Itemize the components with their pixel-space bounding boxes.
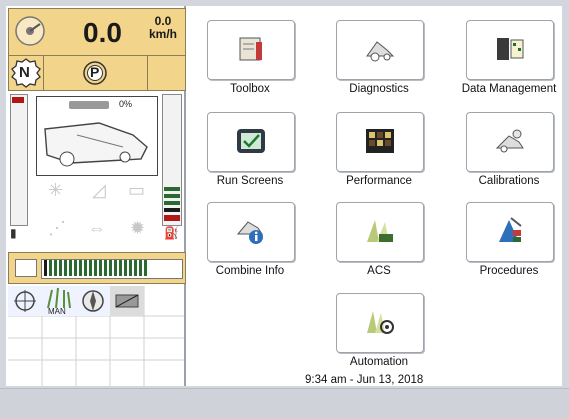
mode-label: MAN — [48, 307, 66, 316]
speed-secondary: 0.0 km/h — [145, 15, 181, 41]
unloader-icon: ▭ — [128, 180, 146, 200]
combine-info-label[interactable]: Combine Info — [185, 265, 315, 277]
meter-segment — [119, 260, 122, 276]
meter-segment — [144, 260, 147, 276]
gauge-segment — [164, 201, 180, 205]
meter-segment — [89, 260, 92, 276]
acs-label[interactable]: ACS — [314, 265, 444, 277]
left-vertical-gauge — [10, 94, 28, 226]
meter-segment — [99, 260, 102, 276]
run-screens-label[interactable]: Run Screens — [185, 175, 315, 187]
bottom-bar — [0, 388, 569, 419]
neutral-indicator[interactable]: N — [9, 56, 44, 90]
meter-icon — [15, 259, 37, 277]
speed-value: 0.0 — [83, 17, 122, 48]
performance-label[interactable]: Performance — [314, 175, 444, 187]
meter-segment — [129, 260, 132, 276]
date-time: 9:34 am - Jun 13, 2018 — [305, 374, 424, 386]
grain-tank-gauge — [69, 101, 109, 109]
gear-row: N P — [8, 55, 186, 91]
performance-tile[interactable] — [336, 112, 424, 172]
speedometer-icon — [15, 16, 45, 46]
meter-segment — [94, 260, 97, 276]
toolbox-label[interactable]: Toolbox — [185, 83, 315, 95]
lights-icon: ✹ — [130, 218, 146, 238]
shortcut-grid: MAN — [8, 286, 184, 386]
gear-label: N — [19, 64, 30, 81]
meter-bar — [41, 259, 183, 279]
combine-outline-icon — [44, 122, 148, 167]
rotor-icon[interactable] — [76, 286, 110, 316]
acs-tile[interactable] — [336, 202, 424, 262]
meter-segment — [74, 260, 77, 276]
meter-segment — [84, 260, 87, 276]
toolbox-tile[interactable] — [207, 20, 295, 80]
meter-segment — [49, 260, 52, 276]
meter-segment — [134, 260, 137, 276]
fuel-level-gauge — [162, 94, 182, 226]
diagnostics-tile[interactable] — [336, 20, 424, 80]
gauge-segment — [164, 187, 180, 191]
gauge-red-marker — [12, 97, 24, 103]
meter-segment — [64, 260, 67, 276]
calibrations-label[interactable]: Calibrations — [444, 175, 569, 187]
meter-segment — [139, 260, 142, 276]
chopper-icon: ◿ — [92, 180, 106, 200]
meter-segment — [69, 260, 72, 276]
gauge-segment — [164, 194, 180, 198]
combine-info-tile[interactable] — [207, 202, 295, 262]
crop-mode-icon[interactable]: MAN — [42, 286, 76, 316]
meter-segment — [54, 260, 57, 276]
combine-diagram: 0% — [36, 96, 158, 176]
run-screens-tile[interactable] — [207, 112, 295, 172]
reel-icon[interactable] — [8, 286, 42, 316]
park-brake-indicator[interactable]: P — [43, 56, 148, 90]
concave-icon[interactable] — [110, 286, 144, 316]
meter-segment — [124, 260, 127, 276]
meter-segment — [59, 260, 62, 276]
diagnostics-label[interactable]: Diagnostics — [314, 83, 444, 95]
meter-segment — [44, 260, 47, 276]
automation-label[interactable]: Automation — [314, 356, 444, 368]
speed-unit: km/h — [148, 27, 177, 41]
speed-display: 0.0 0.0 km/h — [8, 8, 186, 56]
gauge-segment — [164, 215, 180, 221]
data-management-tile[interactable] — [466, 20, 554, 80]
meter-segment — [79, 260, 82, 276]
horizontal-meter — [8, 252, 186, 284]
header-percent: 0% — [119, 99, 133, 109]
status-panel: 0.0 0.0 km/h N P ▮ 0% ✳ ◿ ▭ ⋰ ⇔ ✹ ⛽ MAN — [6, 6, 186, 386]
meter-segment — [109, 260, 112, 276]
fuel-pump-icon: ⛽ — [164, 226, 179, 240]
calibrations-tile[interactable] — [466, 112, 554, 172]
meter-segment — [114, 260, 117, 276]
park-label: P — [90, 64, 100, 80]
spray-icon: ⋰ — [48, 218, 66, 238]
data-management-label[interactable]: Data Management — [444, 83, 569, 95]
gauge-segment — [164, 208, 180, 212]
automation-tile[interactable] — [336, 293, 424, 353]
thermometer-icon: ▮ — [10, 226, 17, 240]
procedures-label[interactable]: Procedures — [444, 265, 569, 277]
procedures-tile[interactable] — [466, 202, 554, 262]
steering-icon: ⇔ — [88, 218, 106, 238]
meter-segment — [104, 260, 107, 276]
spreader-icon: ✳ — [48, 180, 64, 200]
